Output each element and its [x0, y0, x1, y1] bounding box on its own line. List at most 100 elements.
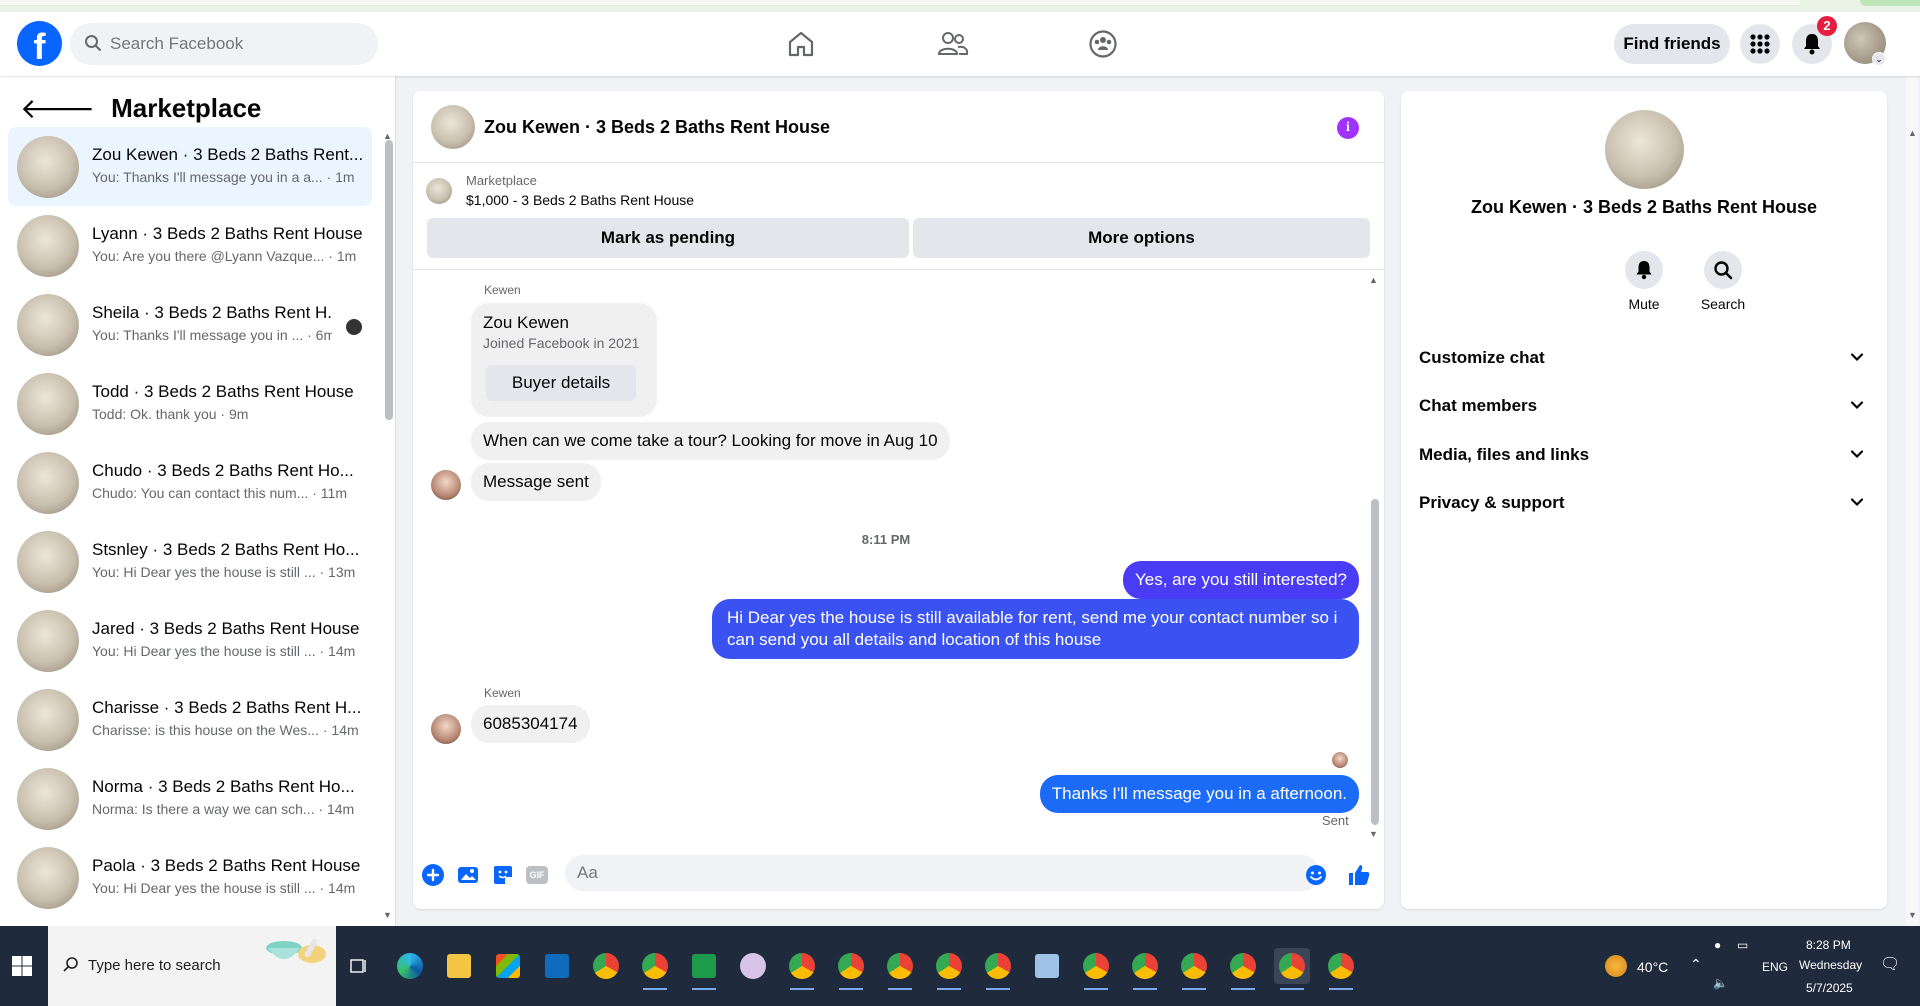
page-scrollbar[interactable]: ▲ ▼ — [1906, 76, 1918, 926]
edge-browser-icon[interactable] — [392, 948, 428, 984]
sidebar-scrollbar[interactable] — [385, 140, 393, 420]
plus-icon[interactable] — [421, 863, 445, 887]
conversation-item[interactable]: Jared · 3 Beds 2 Baths Rent House You: H… — [8, 601, 372, 680]
conversation-item[interactable]: Charisse · 3 Beds 2 Baths Rent H... Char… — [8, 680, 372, 759]
chrome-profile-icon[interactable] — [1323, 948, 1359, 990]
mark-as-pending-button[interactable]: Mark as pending — [427, 218, 909, 258]
weather-icon[interactable] — [1598, 948, 1634, 984]
contact-avatar[interactable] — [1605, 110, 1684, 189]
back-arrow-icon[interactable]: 🡐 — [20, 91, 95, 125]
mute-button[interactable]: Mute — [1609, 251, 1679, 312]
chrome-profile-icon[interactable] — [637, 948, 673, 990]
privacy-support-section[interactable]: Privacy & support — [1409, 479, 1879, 527]
conversation-item[interactable]: Stsnley · 3 Beds 2 Baths Rent Ho... You:… — [8, 522, 372, 601]
network-icon[interactable]: ▭ — [1737, 938, 1748, 952]
clock-time[interactable]: 8:28 PM — [1806, 938, 1851, 952]
chrome-profile-icon[interactable] — [1078, 948, 1114, 990]
chevron-down-icon — [1850, 353, 1864, 362]
outgoing-message[interactable]: Yes, are you still interested? — [1123, 561, 1359, 599]
section-label: Media, files and links — [1419, 445, 1590, 464]
sender-avatar[interactable] — [431, 470, 461, 500]
chrome-profile-icon[interactable] — [882, 948, 918, 990]
info-icon[interactable]: i — [1337, 117, 1359, 139]
spreadsheet-app-icon[interactable] — [686, 948, 722, 990]
sticker-icon[interactable] — [491, 863, 515, 887]
chevron-up-icon[interactable]: ⌃ — [1690, 956, 1702, 973]
file-explorer-icon[interactable] — [441, 948, 477, 984]
incoming-message[interactable]: 6085304174 — [471, 705, 590, 743]
find-friends-button[interactable]: Find friends — [1614, 24, 1730, 64]
groups-icon[interactable] — [1085, 26, 1121, 62]
notification-center-icon[interactable]: 🗨 — [1880, 954, 1900, 974]
chrome-profile-icon[interactable] — [1225, 948, 1261, 990]
conversation-item[interactable]: Paola · 3 Beds 2 Baths Rent House You: H… — [8, 838, 372, 917]
customize-chat-section[interactable]: Customize chat — [1409, 334, 1879, 382]
buyer-details-button[interactable]: Buyer details — [486, 365, 636, 401]
conversation-preview: You: Are you there @Lyann Vazque... · 1m — [92, 248, 357, 264]
message-input[interactable] — [565, 855, 1320, 891]
outlook-icon[interactable] — [539, 948, 575, 984]
gif-icon[interactable]: GIF — [525, 863, 549, 887]
chrome-icon[interactable] — [588, 948, 624, 984]
message-thread: ▲ ▼ Kewen Zou Kewen Joined Facebook in 2… — [413, 271, 1384, 841]
volume-icon[interactable]: 🔈 — [1713, 976, 1728, 990]
outgoing-message[interactable]: Hi Dear yes the house is still available… — [712, 599, 1359, 659]
chrome-profile-icon[interactable] — [1274, 948, 1310, 990]
weather-temperature[interactable]: 40°C — [1637, 959, 1668, 975]
search-input[interactable] — [110, 23, 370, 65]
clock-day[interactable]: Wednesday — [1799, 958, 1862, 972]
conversation-item[interactable]: Lyann · 3 Beds 2 Baths Rent House You: A… — [8, 206, 372, 285]
chrome-profile-icon[interactable] — [784, 948, 820, 990]
scroll-down-arrow-icon[interactable]: ▼ — [1908, 910, 1917, 920]
incoming-message[interactable]: When can we come take a tour? Looking fo… — [471, 422, 950, 460]
menu-grid-icon[interactable] — [1740, 24, 1780, 64]
outgoing-message[interactable]: Thanks I'll message you in a afternoon. — [1039, 775, 1359, 813]
scroll-up-arrow-icon[interactable]: ▲ — [1369, 275, 1378, 285]
chat-avatar[interactable] — [431, 105, 475, 149]
chevron-down-icon[interactable]: ⌄ — [1872, 52, 1886, 66]
chrome-profile-icon[interactable] — [980, 948, 1016, 990]
more-options-button[interactable]: More options — [913, 218, 1370, 258]
conversation-item[interactable]: Todd · 3 Beds 2 Baths Rent House Todd: O… — [8, 364, 372, 443]
chrome-profile-icon[interactable] — [931, 948, 967, 990]
search-conversation-button[interactable]: Search — [1688, 251, 1758, 312]
chrome-profile-icon[interactable] — [1176, 948, 1212, 990]
search-highlight-illustration — [266, 938, 326, 963]
friends-icon[interactable] — [935, 26, 971, 62]
listing-thumbnail[interactable] — [426, 178, 452, 204]
windows-start-icon[interactable] — [10, 954, 34, 978]
clock-date[interactable]: 5/7/2025 — [1806, 981, 1853, 995]
photo-icon[interactable] — [456, 863, 480, 887]
conversation-item[interactable]: Sheila · 3 Beds 2 Baths Rent H... You: T… — [8, 285, 372, 364]
conversation-name: Stsnley · 3 Beds 2 Baths Rent Ho... — [92, 540, 360, 559]
thumbs-up-icon[interactable] — [1347, 863, 1371, 887]
tray-app-icon[interactable]: ● — [1714, 938, 1721, 952]
chat-title[interactable]: Zou Kewen · 3 Beds 2 Baths Rent House — [484, 117, 830, 138]
taskbar-search-box[interactable]: Type here to search — [48, 926, 336, 1006]
chat-members-section[interactable]: Chat members — [1409, 382, 1879, 430]
conversation-item[interactable]: Norma · 3 Beds 2 Baths Rent Ho... Norma:… — [8, 759, 372, 838]
search-bar[interactable] — [70, 23, 378, 65]
notes-app-icon[interactable] — [1029, 948, 1065, 984]
language-indicator[interactable]: ENG — [1762, 960, 1788, 974]
microsoft-store-icon[interactable] — [490, 948, 526, 984]
conversation-item[interactable]: Zou Kewen · 3 Beds 2 Baths Rent... You: … — [8, 127, 372, 206]
listing-price-title[interactable]: $1,000 - 3 Beds 2 Baths Rent House — [466, 192, 694, 208]
scroll-up-arrow-icon[interactable]: ▲ — [1908, 128, 1917, 138]
message-scrollbar[interactable] — [1371, 499, 1379, 825]
conversation-name: Charisse · 3 Beds 2 Baths Rent H... — [92, 698, 362, 717]
task-view-icon[interactable] — [341, 948, 377, 984]
chrome-profile-icon[interactable] — [1127, 948, 1163, 990]
snipping-tool-icon[interactable] — [735, 948, 771, 984]
scroll-down-arrow-icon[interactable]: ▼ — [383, 910, 392, 920]
emoji-icon[interactable] — [1304, 863, 1328, 887]
scroll-down-arrow-icon[interactable]: ▼ — [1369, 829, 1378, 839]
media-files-links-section[interactable]: Media, files and links — [1409, 431, 1879, 479]
incoming-message[interactable]: Message sent — [471, 463, 601, 501]
chrome-profile-icon[interactable] — [833, 948, 869, 990]
home-icon[interactable] — [783, 26, 819, 62]
conversation-name: Sheila · 3 Beds 2 Baths Rent H... — [92, 303, 332, 322]
conversation-item[interactable]: Chudo · 3 Beds 2 Baths Rent Ho... Chudo:… — [8, 443, 372, 522]
sender-avatar[interactable] — [431, 714, 461, 744]
facebook-logo[interactable]: f — [17, 21, 62, 66]
